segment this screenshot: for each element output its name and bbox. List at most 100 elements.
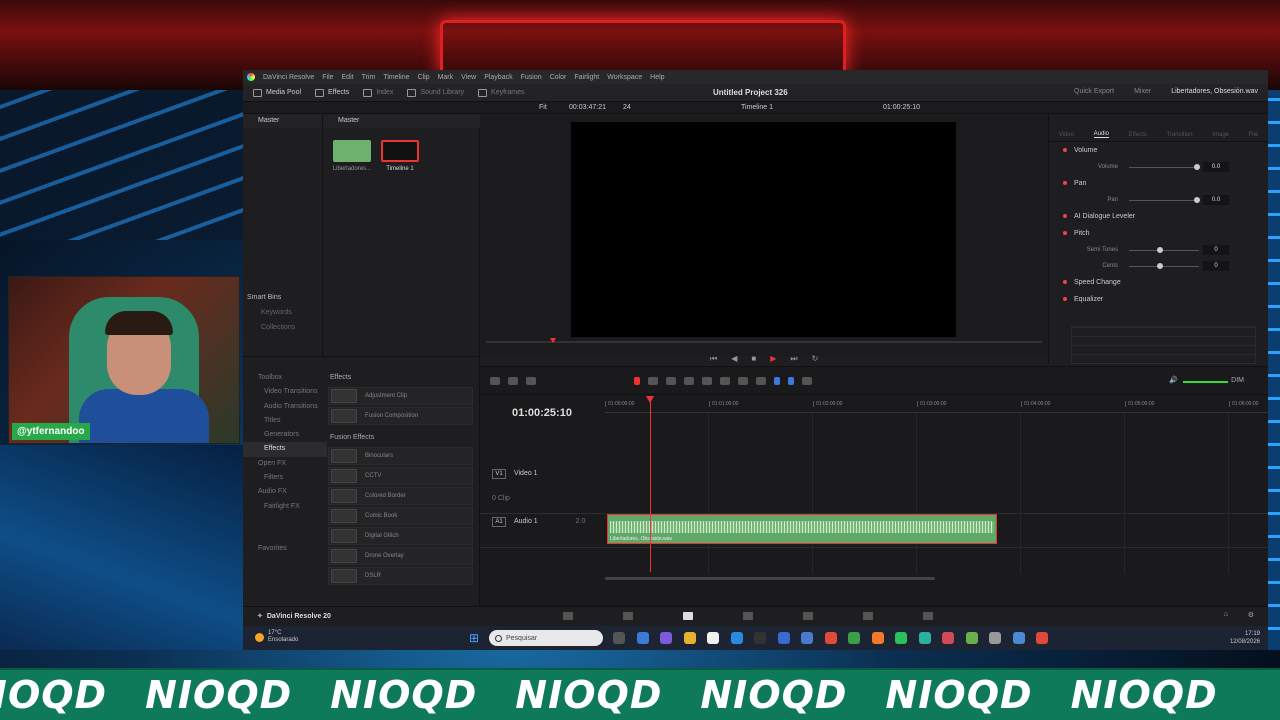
audio-clip-thumbnail[interactable] [333, 140, 371, 162]
timeline-thumbnail[interactable] [381, 140, 419, 162]
speaker-icon[interactable]: 🔊 [1169, 376, 1178, 384]
selection-tool-icon[interactable] [490, 377, 500, 385]
audio-clip[interactable]: Libertadores, Obsesión.wav [607, 514, 997, 544]
effect-item[interactable]: CCTV [328, 467, 473, 485]
mixer-button[interactable]: Mixer [1134, 88, 1151, 95]
effect-item[interactable]: DSLR [328, 567, 473, 585]
tree-item[interactable]: Toolbox [243, 371, 327, 385]
tab-file[interactable]: File [1249, 132, 1259, 138]
tree-item[interactable]: Generators [243, 428, 327, 442]
tree-item[interactable]: Video Transitions [243, 385, 327, 399]
cents-value[interactable]: 0 [1203, 261, 1229, 271]
menu-item[interactable]: Color [550, 74, 567, 81]
link-icon[interactable] [738, 377, 748, 385]
quick-export-button[interactable]: Quick Export [1074, 88, 1114, 95]
menu-item[interactable]: Workspace [607, 74, 642, 81]
monitor-volume-slider[interactable] [1183, 381, 1228, 383]
chrome-icon[interactable] [965, 632, 978, 644]
timeline-ruler[interactable]: 01:00:00:00 01:01:00:00 01:02:00:00 01:0… [605, 397, 1268, 413]
video-track-header[interactable]: V1 Video 1 0 Clip [492, 469, 602, 502]
keyframes-button[interactable]: Keyframes [478, 88, 525, 97]
effect-item[interactable]: Comic Book [328, 507, 473, 525]
viewer-scrubber[interactable] [486, 341, 1042, 343]
stop-icon[interactable]: ■ [751, 354, 756, 364]
effect-item[interactable]: Fusion Composition [328, 407, 473, 425]
tree-item[interactable]: Open FX [243, 457, 327, 471]
timeline-scrollbar[interactable] [605, 577, 935, 580]
effect-item[interactable]: Digital Glitch [328, 527, 473, 545]
favorites-header[interactable]: Favorites [243, 542, 327, 556]
menu-item[interactable]: Help [650, 74, 664, 81]
teams-icon[interactable] [660, 632, 672, 644]
semitones-value[interactable]: 0 [1203, 245, 1229, 255]
tab-effects[interactable]: Effects [1129, 132, 1147, 138]
task-view-icon[interactable] [613, 632, 625, 644]
pan-section[interactable]: Pan [1049, 175, 1268, 192]
tab-image[interactable]: Image [1212, 132, 1229, 138]
tree-item[interactable]: Audio FX [243, 485, 327, 499]
page-cut-icon[interactable] [623, 612, 633, 620]
taskbar-clock[interactable]: 17:19 12/08/2026 [1230, 630, 1260, 646]
volume-knob[interactable] [1194, 164, 1200, 170]
semitones-knob[interactable] [1157, 247, 1163, 253]
pointer-tool-icon[interactable] [634, 377, 640, 385]
menu-item[interactable]: Edit [342, 74, 354, 81]
firefox-icon[interactable] [871, 632, 884, 644]
app-icon[interactable] [801, 632, 813, 644]
home-icon[interactable]: ⌂ [1224, 611, 1228, 618]
effect-item[interactable]: Colored Border [328, 487, 473, 505]
menu-item[interactable]: Fusion [521, 74, 542, 81]
tree-item[interactable]: Filters [243, 471, 327, 485]
tab-video[interactable]: Video [1059, 132, 1074, 138]
razor-tool-icon[interactable] [526, 377, 536, 385]
loop-icon[interactable]: ↻ [812, 354, 819, 364]
chrome-icon[interactable] [824, 632, 837, 644]
pan-value[interactable]: 0.0 [1203, 195, 1229, 205]
fade-tool-icon[interactable] [702, 377, 712, 385]
timeline-name[interactable]: Timeline 1 [741, 104, 773, 111]
pan-slider[interactable] [1129, 200, 1199, 201]
resolve-taskbar-icon[interactable] [989, 632, 1001, 644]
blade-tool-icon[interactable] [666, 377, 676, 385]
range-tool-icon[interactable] [648, 377, 658, 385]
reverse-icon[interactable]: ◀ [731, 354, 737, 364]
app-icon[interactable] [1012, 632, 1025, 644]
equalizer-section[interactable]: Equalizer [1049, 291, 1268, 308]
zoom-icon[interactable] [802, 377, 812, 385]
tab-audio[interactable]: Audio [1093, 131, 1110, 138]
chrome-icon[interactable] [1036, 632, 1048, 644]
effect-item[interactable]: Binoculars [328, 447, 473, 465]
viewer-playhead-icon[interactable] [550, 338, 556, 343]
menu-item[interactable]: View [461, 74, 476, 81]
bin-master[interactable]: Master [243, 114, 322, 128]
page-deliver-icon[interactable] [923, 612, 933, 620]
weather-widget[interactable]: 17°C Ensolarado [255, 630, 298, 644]
lock-icon[interactable] [756, 377, 766, 385]
smart-bin-keywords[interactable]: Keywords [247, 309, 295, 316]
chrome-icon[interactable] [942, 632, 954, 644]
menu-item[interactable]: Fairlight [574, 74, 599, 81]
trim-tool-icon[interactable] [508, 377, 518, 385]
effect-item[interactable]: Drone Overlay [328, 547, 473, 565]
menu-item[interactable]: DaVinci Resolve [263, 74, 314, 81]
page-media-icon[interactable] [563, 612, 573, 620]
app-icon[interactable] [777, 632, 790, 644]
timeline-grid[interactable] [605, 414, 1268, 574]
volume-value[interactable]: 0.0 [1203, 162, 1229, 172]
menu-item[interactable]: Playback [484, 74, 512, 81]
dim-button[interactable]: DIM [1231, 377, 1244, 384]
volume-section[interactable]: Volume [1049, 142, 1268, 159]
pan-knob[interactable] [1194, 197, 1200, 203]
cents-slider[interactable] [1129, 266, 1199, 267]
menu-item[interactable]: Mark [438, 74, 454, 81]
mail-icon[interactable] [730, 632, 743, 644]
page-fusion-icon[interactable] [743, 612, 753, 620]
cents-knob[interactable] [1157, 263, 1163, 269]
app-icon[interactable] [918, 632, 931, 644]
tree-item[interactable]: Fairlight FX [243, 500, 327, 514]
effects-button[interactable]: Effects [315, 88, 349, 97]
slip-tool-icon[interactable] [684, 377, 694, 385]
menu-item[interactable]: Trim [362, 74, 376, 81]
epic-games-icon[interactable] [754, 632, 766, 644]
jump-start-icon[interactable]: ⏮ [710, 354, 717, 364]
